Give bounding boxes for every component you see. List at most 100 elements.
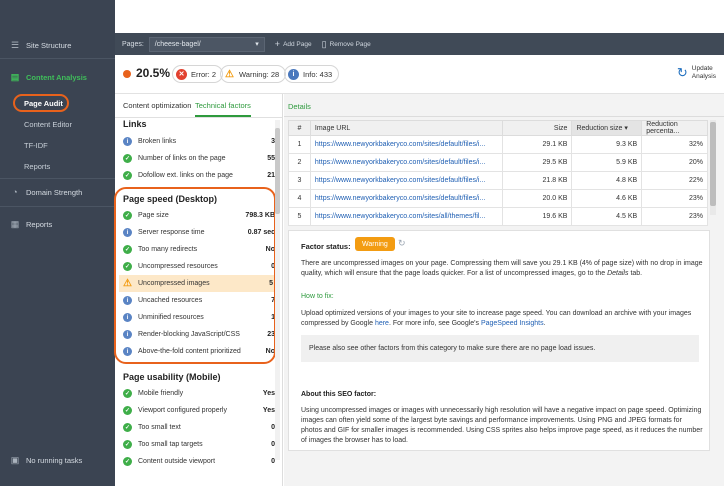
factor-row[interactable]: i Broken links 3 (123, 133, 275, 150)
check-icon: ✓ (123, 440, 132, 449)
table-row[interactable]: 2 https://www.newyorkbakeryco.com/sites/d… (288, 153, 708, 172)
cell-reduction-percentage: 20% (641, 153, 708, 172)
warning-badge[interactable]: ⚠ Warning: 28 (220, 65, 287, 83)
scrollbar[interactable] (710, 120, 716, 215)
divider (0, 206, 115, 207)
table-row[interactable]: 1 https://www.newyorkbakeryco.com/sites/d… (288, 135, 708, 154)
cell-image-url[interactable]: https://www.newyorkbakeryco.com/sites/de… (309, 153, 503, 172)
factor-label: Viewport configured properly (138, 407, 227, 414)
task-status: ▣ No running tasks (0, 450, 83, 470)
add-page-button[interactable]: + Add Page (275, 39, 312, 49)
factor-value: Yes (262, 407, 275, 414)
cell-index: 1 (288, 135, 311, 154)
column-header-size[interactable]: Size (501, 120, 573, 136)
column-header-reduction-size[interactable]: Reduction size ▾ (571, 120, 643, 136)
sidebar-item-content-editor[interactable]: Content Editor (0, 115, 115, 133)
factor-row[interactable]: ✓ Too small text 0 (123, 419, 275, 436)
factor-row[interactable]: ✓ Dofollow ext. links on the page 21 (123, 167, 275, 184)
sidebar-item-label: Content Analysis (26, 72, 87, 82)
factor-value: Yes (262, 390, 275, 397)
table-row[interactable]: 4 https://www.newyorkbakeryco.com/sites/d… (288, 189, 708, 208)
factor-row[interactable]: ✓ Number of links on the page 55 (123, 150, 275, 167)
scrollbar-thumb[interactable] (275, 128, 280, 214)
highlight-ring (114, 187, 276, 364)
check-icon: ✓ (123, 423, 132, 432)
scrollbar[interactable] (275, 120, 280, 460)
about-heading: About this SEO factor: (301, 391, 377, 398)
remove-page-button[interactable]: ▯ Remove Page (322, 39, 371, 50)
cell-index: 5 (288, 207, 311, 226)
tab-details[interactable]: Details (288, 102, 311, 111)
fix-text-part: . For more info, see Google's (388, 320, 481, 327)
sidebar-item-domain-strength[interactable]: ◔ Domain Strength (0, 182, 82, 202)
pages-select-value: /cheese-bagel/ (154, 40, 201, 48)
update-analysis-button[interactable]: ↻ Update Analysis (677, 65, 716, 81)
cell-reduction-percentage: 32% (641, 135, 708, 154)
about-text: Using uncompressed images or images with… (301, 407, 703, 444)
cell-size: 20.0 KB (501, 189, 573, 208)
factor-label: Number of links on the page (138, 155, 226, 162)
factor-label: Mobile friendly (138, 390, 184, 397)
remove-page-label: Remove Page (329, 40, 371, 48)
pagespeed-insights-link[interactable]: PageSpeed Insights (481, 320, 544, 327)
tab-technical-factors[interactable]: Technical factors (195, 101, 251, 117)
cell-reduction-percentage: 22% (641, 171, 708, 190)
details-link[interactable]: Details (607, 270, 628, 277)
details-panel: Details # Image URL Size Reduction size … (284, 94, 724, 486)
cell-image-url[interactable]: https://www.newyorkbakeryco.com/sites/de… (309, 189, 503, 208)
factor-row[interactable]: ✓ Viewport configured properly Yes (123, 402, 275, 419)
sidebar-item-label: TF-IDF (24, 140, 48, 150)
status-bar: 20.5% ✕ Error: 2 ⚠ Warning: 28 i Info: 4… (115, 55, 724, 94)
cell-size: 29.5 KB (501, 153, 573, 172)
factor-row[interactable]: ✓ Mobile friendly Yes (123, 385, 275, 402)
update-label-line1: Update (691, 65, 713, 72)
info-icon: i (123, 137, 132, 146)
table-row[interactable]: 3 https://www.newyorkbakeryco.com/sites/d… (288, 171, 708, 190)
sidebar-item-reports-sub[interactable]: Reports (0, 157, 115, 175)
cell-image-url[interactable]: https://www.newyorkbakeryco.com/sites/al… (309, 207, 503, 226)
sidebar-item-label: Domain Strength (26, 187, 83, 197)
pages-label: Pages: (122, 40, 144, 48)
factor-label: Too small text (138, 424, 181, 431)
highlight-ring (13, 94, 69, 112)
info-badge[interactable]: i Info: 433 (284, 65, 340, 83)
scrollbar-thumb[interactable] (710, 122, 716, 206)
sidebar-item-label: Site Structure (26, 40, 72, 50)
check-icon: ✓ (123, 154, 132, 163)
factor-row[interactable]: ✓ Too small tap targets 0 (123, 436, 275, 453)
update-label-line2: Analysis (691, 73, 716, 80)
factor-row[interactable]: ✓ Content outside viewport 0 (123, 453, 275, 470)
sidebar-item-reports[interactable]: ▦ Reports (0, 214, 53, 234)
score-indicator-icon (123, 70, 131, 78)
sidebar: ☰ Site Structure ▤ Content Analysis Page… (0, 0, 115, 486)
task-status-label: No running tasks (26, 455, 83, 465)
refresh-icon[interactable]: ↻ (398, 238, 406, 249)
column-header-image-url[interactable]: Image URL (309, 120, 503, 136)
factor-label: Broken links (138, 138, 177, 145)
divider (0, 178, 115, 179)
details-table: # Image URL Size Reduction size ▾ Reduct… (288, 120, 708, 226)
error-count: Error: 2 (191, 69, 217, 79)
cell-size: 21.8 KB (501, 171, 573, 190)
column-header-index[interactable]: # (288, 120, 311, 136)
check-icon: ✓ (123, 406, 132, 415)
pages-select[interactable]: /cheese-bagel/ ▾ (148, 36, 265, 52)
optimization-score: 20.5% (136, 66, 171, 80)
sidebar-item-label: Reports (26, 219, 53, 229)
table-row[interactable]: 5 https://www.newyorkbakeryco.com/sites/a… (288, 207, 708, 226)
gauge-icon: ◔ (12, 187, 18, 197)
cell-image-url[interactable]: https://www.newyorkbakeryco.com/sites/de… (309, 171, 503, 190)
sidebar-item-tf-idf[interactable]: TF-IDF (0, 136, 115, 154)
error-badge[interactable]: ✕ Error: 2 (172, 65, 224, 83)
column-header-reduction-percentage[interactable]: Reduction percenta... (641, 120, 708, 136)
download-archive-link[interactable]: here (375, 320, 389, 327)
sidebar-item-content-analysis[interactable]: ▤ Content Analysis (0, 67, 115, 87)
factor-value: 55 (267, 155, 275, 162)
cell-image-url[interactable]: https://www.newyorkbakeryco.com/sites/de… (309, 135, 503, 154)
cell-index: 3 (288, 171, 311, 190)
section-links: Links (123, 119, 147, 129)
tasks-icon: ▣ (10, 454, 20, 465)
sidebar-item-site-structure[interactable]: ☰ Site Structure (0, 35, 71, 55)
cell-reduction-percentage: 23% (641, 207, 708, 226)
tab-content-optimization[interactable]: Content optimization (123, 101, 191, 110)
